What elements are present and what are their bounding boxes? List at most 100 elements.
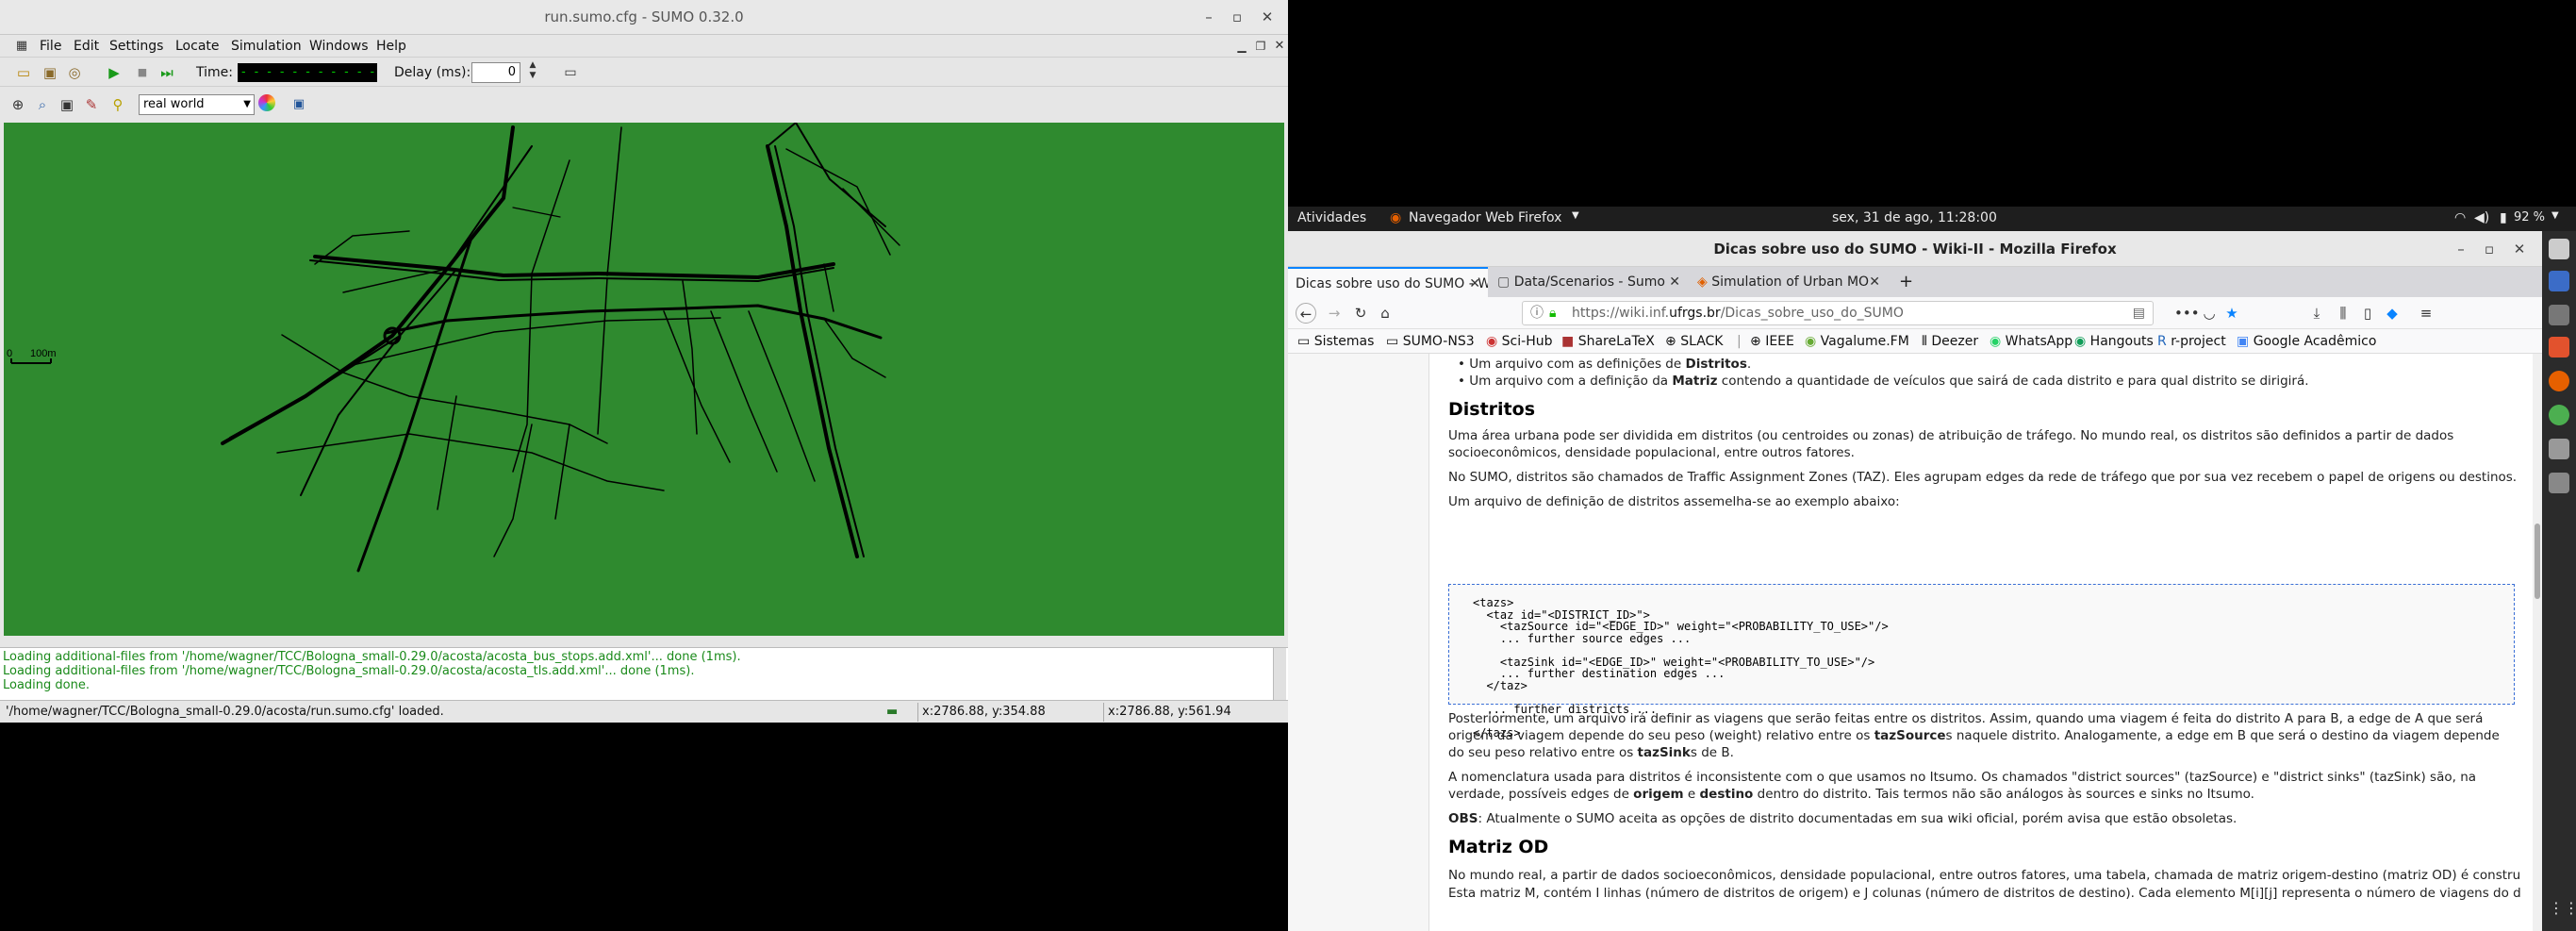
hamburger-menu-icon[interactable]: ≡ xyxy=(2416,303,2436,324)
chrome-icon[interactable] xyxy=(2549,405,2569,425)
whatsapp-icon: ◉ xyxy=(1990,334,2006,349)
bookmark-star-icon[interactable]: ★ xyxy=(2221,303,2242,324)
close-tab-icon[interactable]: ✕ xyxy=(1469,269,1480,297)
trash-icon[interactable] xyxy=(2549,305,2569,325)
bookmark-google-academico[interactable]: ▣ Google Acadêmico xyxy=(2237,334,2376,349)
bookmark-sumo-ns3[interactable]: ▭ SUMO-NS3 xyxy=(1386,334,1475,349)
delay-stepper[interactable]: ▲ ▼ xyxy=(522,60,543,81)
bookmark-deezer[interactable]: ⫴ Deezer xyxy=(1922,334,1978,349)
app-menu[interactable]: Navegador Web Firefox xyxy=(1409,210,1561,225)
bookmark-whatsapp[interactable]: ◉ WhatsApp xyxy=(1990,334,2072,349)
activities-button[interactable]: Atividades xyxy=(1297,210,1366,225)
menu-edit[interactable]: Edit xyxy=(74,39,99,54)
bookmark-label: Hangouts xyxy=(2089,334,2154,349)
files-icon[interactable] xyxy=(2549,271,2569,291)
mdi-restore-icon[interactable]: ❐ xyxy=(1250,36,1271,57)
message-log: Loading additional-files from '/home/wag… xyxy=(0,647,1288,701)
clock[interactable]: sex, 31 de ago, 11:28:00 xyxy=(1832,210,1997,225)
zoom-icon[interactable]: ⌕ xyxy=(32,94,53,115)
stop-icon[interactable]: ■ xyxy=(132,62,153,83)
cursor-coordinates: x:2786.88, y:354.88 xyxy=(917,703,1097,722)
delay-input[interactable]: 0 xyxy=(471,62,520,83)
bookmark-label: Google Acadêmico xyxy=(2253,334,2377,349)
bookmark-label: Vagalume.FM xyxy=(1820,334,1909,349)
recenter-icon[interactable]: ⊕ xyxy=(8,94,28,115)
close-tab-icon[interactable]: ✕ xyxy=(1669,267,1680,297)
run-icon[interactable]: ▶ xyxy=(104,62,124,83)
menu-simulation[interactable]: Simulation xyxy=(231,39,302,54)
reload-icon[interactable]: ↻ xyxy=(1350,303,1371,324)
color-wheel-icon[interactable] xyxy=(258,94,275,111)
open-network-icon[interactable]: ▣ xyxy=(40,62,60,83)
sidebar-icon[interactable]: ▯ xyxy=(2357,303,2378,324)
menu-windows[interactable]: Windows xyxy=(309,39,369,54)
reload-icon[interactable]: ◎ xyxy=(64,62,85,83)
bookmark-sistemas[interactable]: ▭ Sistemas xyxy=(1297,334,1374,349)
tab-dicas-sumo[interactable]: Dicas sobre uso do SUMO - W ✕ xyxy=(1288,267,1488,297)
minimize-icon[interactable]: – xyxy=(2450,238,2472,260)
terminal-icon[interactable] xyxy=(2549,439,2569,459)
step-icon[interactable]: ⏭ xyxy=(157,62,177,83)
reader-view-icon[interactable]: ▤ xyxy=(2133,302,2145,324)
maximize-icon[interactable]: ▫ xyxy=(2478,238,2501,260)
bookmark-scihub[interactable]: ◉ Sci-Hub xyxy=(1486,334,1552,349)
minimize-icon[interactable]: – xyxy=(1197,6,1220,28)
road-network[interactable]: 0 100m xyxy=(4,121,1284,636)
page-scrollbar[interactable] xyxy=(2533,354,2542,931)
open-folder-icon[interactable]: ▭ xyxy=(13,62,34,83)
network-map[interactable]: 0 100m xyxy=(4,121,1284,636)
new-tab-button[interactable]: + xyxy=(1891,267,1920,297)
locate-junction-icon[interactable]: ▣ xyxy=(57,94,77,115)
firefox-dock-icon[interactable] xyxy=(2549,371,2569,391)
menu-settings[interactable]: Settings xyxy=(109,39,163,54)
back-icon[interactable]: ← xyxy=(1296,303,1316,324)
app-grid-icon[interactable]: ⋮⋮ xyxy=(2549,899,2576,920)
locate-vehicle-icon[interactable]: ⚲ xyxy=(107,94,128,115)
log-scrollbar[interactable] xyxy=(1273,648,1286,701)
deezer-icon: ⫴ xyxy=(1922,334,1932,349)
forward-icon[interactable]: → xyxy=(1324,303,1345,324)
mdi-minimize-icon[interactable]: ▁ xyxy=(1231,36,1252,57)
pocket-icon[interactable]: ◡ xyxy=(2199,303,2220,324)
bookmarks-toolbar: ▭ Sistemas ▭ SUMO-NS3 ◉ Sci-Hub ■ ShareL… xyxy=(1288,329,2542,354)
close-icon[interactable]: ✕ xyxy=(1256,6,1279,28)
list-bold[interactable]: Matriz xyxy=(1672,374,1717,389)
home-icon[interactable]: ⌂ xyxy=(1375,303,1395,324)
wiki-sidebar xyxy=(1288,354,1429,931)
bookmark-hangouts[interactable]: ◉ Hangouts xyxy=(2074,334,2154,349)
system-menu-icon[interactable]: ▼ xyxy=(2551,210,2559,221)
close-icon[interactable]: ✕ xyxy=(2508,238,2531,260)
screenshot-icon[interactable]: ▣ xyxy=(289,94,309,115)
sublime-icon[interactable] xyxy=(2549,337,2569,357)
app-icon: ▦ xyxy=(15,39,28,53)
bookmark-ieee[interactable]: ⊕ IEEE xyxy=(1750,334,1794,349)
bookmark-slack[interactable]: ⊕ SLACK xyxy=(1665,334,1723,349)
bookmark-r-project[interactable]: R r-project xyxy=(2157,334,2226,349)
sync-icon[interactable]: ◆ xyxy=(2382,303,2403,324)
bookmark-label: r-project xyxy=(2171,334,2226,349)
downloads-icon[interactable]: ⤓ xyxy=(2306,303,2327,324)
tab-data-scenarios[interactable]: ▢ Data/Scenarios - Sumo ✕ xyxy=(1490,267,1688,297)
window-icon[interactable]: ▭ xyxy=(560,62,581,83)
library-icon[interactable]: ⫼ xyxy=(2333,303,2353,324)
menu-locate[interactable]: Locate xyxy=(175,39,220,54)
bookmark-sharelatex[interactable]: ■ ShareLaTeX xyxy=(1561,334,1655,349)
bookmark-vagalume[interactable]: ◉ Vagalume.FM xyxy=(1805,334,1909,349)
maximize-icon[interactable]: ▫ xyxy=(1226,6,1248,28)
tab-sumo-sourceforge[interactable]: ◈ Simulation of Urban MO ✕ xyxy=(1690,267,1888,297)
list-text: Um arquivo com a definição da xyxy=(1469,374,1673,389)
locate-edge-icon[interactable]: ✎ xyxy=(81,94,102,115)
gnome-dock: ⋮⋮ xyxy=(2542,231,2576,931)
color-scheme-select[interactable]: real world ▼ xyxy=(139,94,255,115)
list-bold[interactable]: Distritos xyxy=(1685,357,1746,372)
close-tab-icon[interactable]: ✕ xyxy=(1869,267,1880,297)
discord-icon[interactable] xyxy=(2549,239,2569,259)
scrollbar-thumb[interactable] xyxy=(2535,524,2540,599)
menu-help[interactable]: Help xyxy=(376,39,406,54)
url-bar[interactable]: ⓘ 🔒︎ https://wiki.inf.ufrgs.br/Dicas_sob… xyxy=(1522,301,2154,325)
settings-icon[interactable] xyxy=(2549,473,2569,493)
mdi-close-icon[interactable]: ✕ xyxy=(1269,36,1288,57)
bookmark-separator: | xyxy=(1737,334,1742,349)
menu-file[interactable]: File xyxy=(40,39,61,54)
page-actions-icon[interactable]: ••• xyxy=(2174,303,2200,324)
